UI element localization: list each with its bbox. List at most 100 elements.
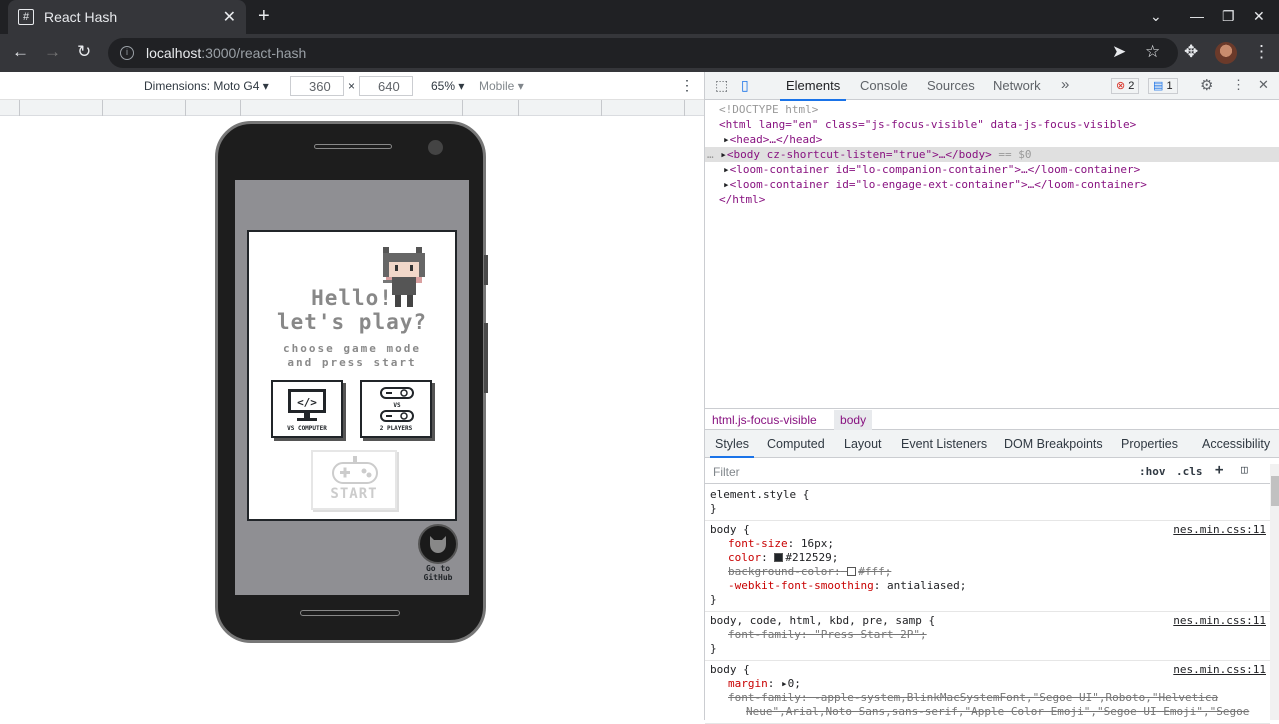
tab-dom-breakpoints[interactable]: DOM Breakpoints [1004, 437, 1103, 451]
vs-computer-button[interactable]: </> VS COMPUTER [271, 380, 343, 438]
github-link-line2: GitHub [423, 573, 453, 582]
decl-font-family-stack-cont[interactable]: Neue",Arial,Noto Sans,sans-serif,"Apple … [710, 705, 1265, 719]
tab-elements[interactable]: Elements [779, 78, 847, 101]
tab-sources[interactable]: Sources [927, 78, 975, 93]
message-badge[interactable]: ▤ 1 [1148, 78, 1178, 94]
start-button[interactable]: START [311, 450, 397, 510]
styles-filter-input[interactable]: Filter :hov .cls + ◫ [705, 460, 1270, 484]
devtools-menu-icon[interactable]: ⋮ [1232, 77, 1245, 93]
extensions-puzzle-icon[interactable]: ✥ [1184, 43, 1198, 61]
tab-styles[interactable]: Styles [709, 437, 755, 458]
new-tab-icon[interactable]: + [258, 6, 270, 26]
error-count: 2 [1128, 80, 1135, 92]
hash-favicon-icon: # [18, 9, 34, 25]
phone-home-bar [300, 610, 400, 616]
send-icon[interactable]: ➤ [1112, 43, 1126, 61]
close-tab-icon[interactable]: ✕ [223, 7, 236, 27]
crumb-html[interactable]: html.js-focus-visible [712, 413, 817, 427]
dom-doctype[interactable]: <!DOCTYPE html> [705, 102, 1279, 117]
close-devtools-icon[interactable]: ✕ [1258, 77, 1269, 93]
dom-head[interactable]: ▸<head>…</head> [705, 132, 1279, 147]
phone-speaker [314, 144, 392, 149]
github-link[interactable]: Go to GitHub [410, 564, 466, 582]
svg-text:</>: </> [297, 396, 317, 409]
vs-computer-label: VS COMPUTER [287, 425, 327, 432]
width-input[interactable]: 360 [290, 76, 344, 96]
decl-font-family[interactable]: font-family: "Press Start 2P"; [710, 628, 1265, 642]
decl-font-family-stack[interactable]: font-family: -apple-system,BlinkMacSyste… [710, 691, 1265, 705]
height-input[interactable]: 640 [359, 76, 413, 96]
decl-margin[interactable]: margin: ▸0; [710, 677, 1265, 691]
decl-font-smoothing[interactable]: -webkit-font-smoothing: antialiased; [710, 579, 1265, 593]
tab-search-icon[interactable]: ⌄ [1150, 8, 1162, 25]
back-icon[interactable]: ← [12, 43, 29, 61]
game-card: Hello! let's play? choose game mode and … [247, 230, 457, 521]
rule-source-link[interactable]: nes.min.css:11 [1173, 663, 1266, 677]
toggle-sidebar-icon[interactable]: ◫ [1241, 463, 1248, 476]
styles-scrollbar[interactable] [1270, 464, 1279, 720]
address-bar[interactable]: i localhost:3000/react-hash [108, 38, 1178, 68]
tab-properties[interactable]: Properties [1121, 437, 1178, 451]
decl-font-size[interactable]: font-size: 16px; [710, 537, 1265, 551]
cls-toggle[interactable]: .cls [1176, 465, 1203, 478]
dom-body[interactable]: … ▸<body cz-shortcut-listen="true">…</bo… [705, 147, 1279, 162]
decl-background-color[interactable]: background-color: #fff; [710, 565, 1265, 579]
tab-computed[interactable]: Computed [767, 437, 825, 451]
browser-tab-bar: # React Hash ✕ + ⌄ — ❐ ✕ [0, 0, 1279, 34]
device-toggle-icon[interactable]: ▯ [741, 77, 749, 94]
profile-avatar[interactable] [1215, 42, 1237, 64]
device-toolbar-menu-icon[interactable]: ⋮ [680, 77, 694, 94]
reload-icon[interactable]: ↻ [77, 43, 91, 61]
close-window-icon[interactable]: ✕ [1253, 8, 1265, 25]
device-mode-dropdown[interactable]: Mobile ▾ [479, 79, 524, 93]
dom-loom-companion[interactable]: ▸<loom-container id="lo-companion-contai… [705, 162, 1279, 177]
error-badge[interactable]: ⊗ 2 [1111, 78, 1140, 94]
settings-gear-icon[interactable]: ⚙ [1200, 76, 1213, 94]
rule-body-code[interactable]: nes.min.css:11 body, code, html, kbd, pr… [705, 612, 1270, 661]
tab-console[interactable]: Console [860, 78, 908, 93]
bookmark-star-icon[interactable]: ☆ [1145, 43, 1160, 61]
more-tabs-icon[interactable]: » [1061, 76, 1069, 93]
device-toolbar: Dimensions: Moto G4 ▾ 360 × 640 65% ▾ Mo… [0, 72, 704, 100]
rule-body-2[interactable]: nes.min.css:11 body { margin: ▸0; font-f… [705, 661, 1270, 724]
dimensions-label: Dimensions: Moto G4 [144, 79, 260, 93]
instruction-line-2: and press start [287, 356, 417, 369]
tab-layout[interactable]: Layout [844, 437, 882, 451]
browser-tab[interactable]: # React Hash ✕ [8, 0, 246, 34]
new-rule-icon[interactable]: + [1215, 462, 1223, 478]
rule-body-1[interactable]: nes.min.css:11 body { font-size: 16px; c… [705, 521, 1270, 612]
browser-toolbar: ← → ↻ i localhost:3000/react-hash ➤ ☆ ✥ … [0, 34, 1279, 72]
minimize-icon[interactable]: — [1190, 8, 1204, 24]
phone-volume-button [484, 323, 488, 393]
restore-icon[interactable]: ❐ [1222, 8, 1235, 25]
tab-event-listeners[interactable]: Event Listeners [901, 437, 987, 451]
dom-html-close[interactable]: </html> [705, 192, 1279, 207]
dom-html-open[interactable]: <html lang="en" class="js-focus-visible"… [705, 117, 1279, 132]
tab-accessibility[interactable]: Accessibility [1202, 437, 1270, 451]
two-players-button[interactable]: VS 2 PLAYERS [360, 380, 432, 438]
two-gamepads-icon: VS [380, 387, 414, 422]
decl-color[interactable]: color: #212529; [710, 551, 1265, 565]
media-query-ruler [0, 100, 704, 116]
rule-source-link[interactable]: nes.min.css:11 [1173, 523, 1266, 537]
github-octocat-icon[interactable] [418, 524, 458, 564]
tab-title: React Hash [44, 9, 118, 25]
rule-close: } [710, 502, 717, 515]
hov-toggle[interactable]: :hov [1139, 465, 1166, 478]
rule-selector: element.style { [710, 488, 810, 501]
two-players-label: 2 PLAYERS [379, 425, 413, 432]
rule-element-style[interactable]: element.style { } [705, 486, 1270, 521]
chrome-menu-icon[interactable]: ⋮ [1253, 43, 1270, 61]
dimensions-dropdown[interactable]: Dimensions: Moto G4 ▾ [144, 79, 269, 93]
tab-network[interactable]: Network [993, 78, 1041, 93]
rule-source-link[interactable]: nes.min.css:11 [1173, 614, 1266, 628]
lets-play-heading: let's play? [276, 310, 428, 334]
styles-tab-bar: Styles Computed Layout Event Listeners D… [705, 430, 1279, 458]
inspect-element-icon[interactable]: ⬚ [715, 77, 728, 94]
zoom-dropdown[interactable]: 65% ▾ [431, 79, 464, 93]
site-info-icon[interactable]: i [120, 46, 134, 60]
crumb-body[interactable]: body [834, 410, 873, 430]
dom-loom-engage[interactable]: ▸<loom-container id="lo-engage-ext-conta… [705, 177, 1279, 192]
forward-icon[interactable]: → [44, 43, 61, 61]
phone-side-button [484, 255, 488, 285]
